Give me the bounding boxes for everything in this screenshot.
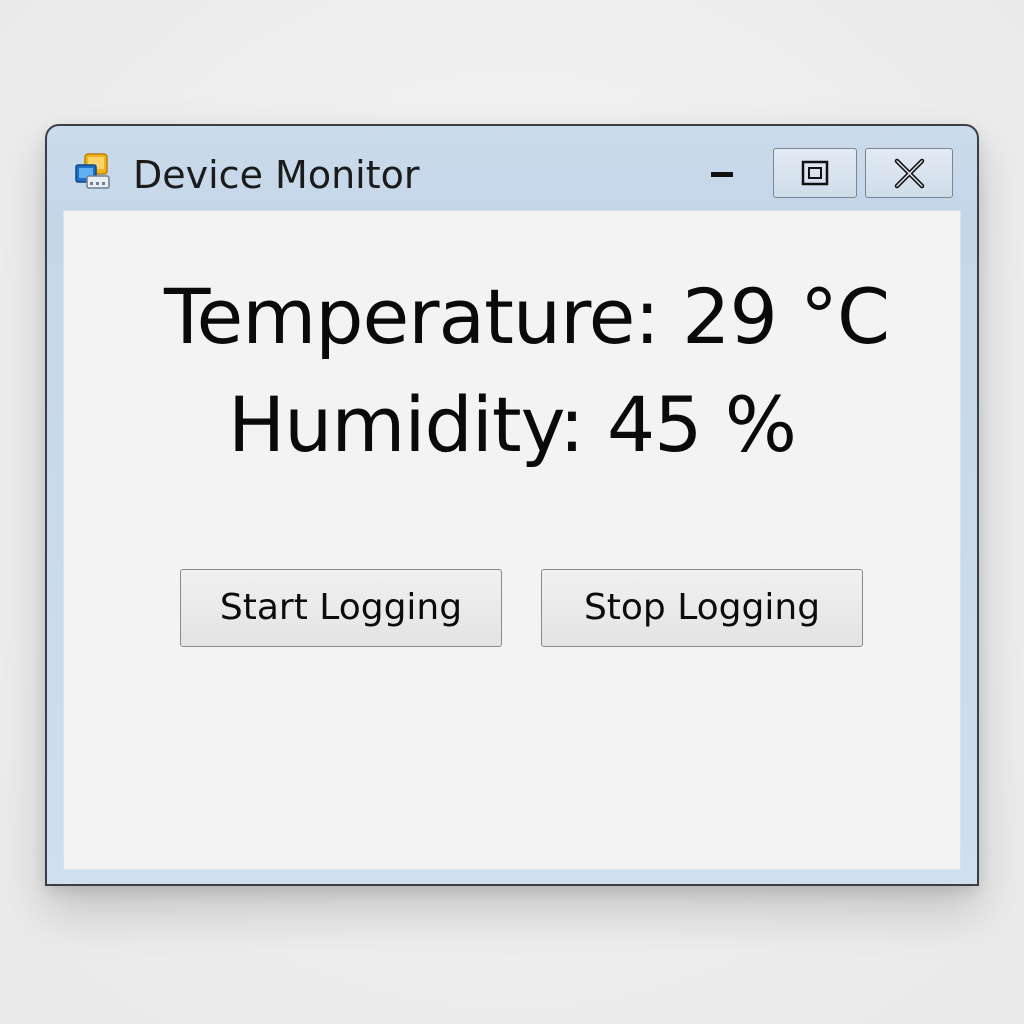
client-area: Temperature: 29 °C Humidity: 45 % Start … bbox=[63, 210, 961, 870]
desktop-background: Device Monitor Temperature: 29 °C Humidi… bbox=[0, 0, 1024, 1024]
close-icon bbox=[894, 158, 925, 189]
title-bar[interactable]: Device Monitor bbox=[47, 126, 977, 210]
minimize-button[interactable] bbox=[699, 150, 745, 198]
maximize-button[interactable] bbox=[773, 148, 857, 198]
temperature-label: Temperature: 29 °C bbox=[164, 272, 890, 361]
window-title: Device Monitor bbox=[133, 153, 420, 197]
maximize-icon bbox=[801, 160, 829, 186]
device-monitor-window: Device Monitor Temperature: 29 °C Humidi… bbox=[45, 124, 979, 886]
close-button[interactable] bbox=[865, 148, 953, 198]
monitor-app-icon bbox=[73, 152, 113, 192]
stop-logging-button[interactable]: Stop Logging bbox=[541, 569, 863, 647]
humidity-label: Humidity: 45 % bbox=[228, 380, 797, 469]
minimize-icon bbox=[711, 172, 733, 177]
start-logging-button[interactable]: Start Logging bbox=[180, 569, 502, 647]
